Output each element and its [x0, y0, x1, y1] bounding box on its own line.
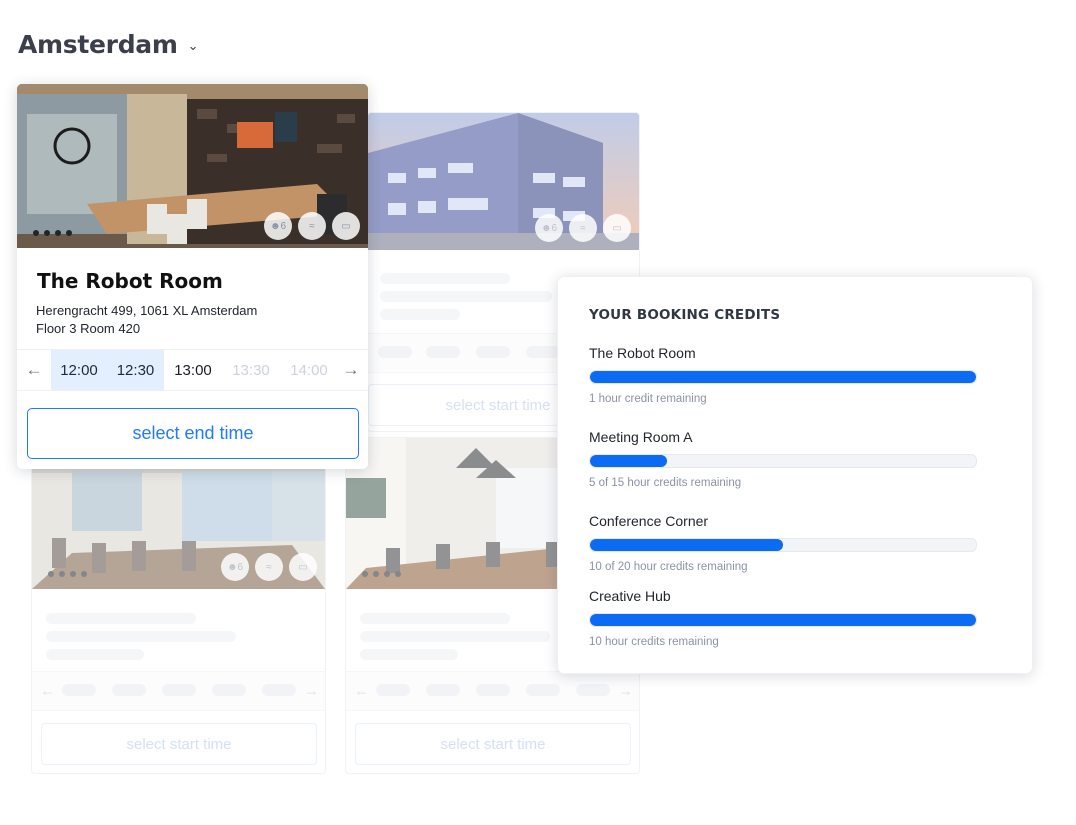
placeholder-line [360, 631, 550, 642]
room-photo: ☻ 6 ≈ ▭ [32, 453, 325, 589]
arrow-left-icon[interactable]: ← [40, 683, 55, 700]
photo-pager[interactable] [362, 571, 401, 577]
placeholder-line [380, 309, 460, 320]
credit-remaining: 5 of 15 hour credits remaining [589, 477, 742, 489]
wifi-icon: ≈ [569, 214, 597, 242]
amenities: ☻ 6 ≈ ▭ [221, 553, 317, 581]
time-slot[interactable]: 12:00 [51, 350, 107, 390]
room-address: Herengracht 499, 1061 XL Amsterdam Floor… [36, 302, 257, 338]
placeholder-line [360, 613, 510, 624]
capacity-icon: ☻ 6 [221, 553, 249, 581]
time-slot[interactable]: 13:00 [164, 350, 222, 390]
time-slot-picker: ← 12:00 12:30 13:00 13:30 14:00 → [17, 349, 368, 391]
panel-heading: YOUR BOOKING CREDITS [589, 307, 781, 323]
credit-item: Conference Corner 10 of 20 hour credits … [589, 513, 977, 573]
wifi-icon: ≈ [255, 553, 283, 581]
credit-room-name: The Robot Room [589, 345, 696, 361]
address-line: Herengracht 499, 1061 XL Amsterdam [36, 303, 258, 318]
credit-item: Creative Hub 10 hour credits remaining [589, 588, 977, 648]
screen-icon: ▭ [332, 212, 360, 240]
credit-progress-bar [589, 538, 977, 552]
booking-credits-panel: YOUR BOOKING CREDITS The Robot Room 1 ho… [557, 276, 1033, 674]
arrow-right-icon[interactable]: → [618, 683, 633, 700]
credit-progress-bar [589, 454, 977, 468]
placeholder-line [46, 649, 144, 660]
capacity-icon: ☻ 6 [264, 212, 292, 240]
select-start-time-button[interactable]: select start time [41, 723, 317, 765]
placeholder-line [46, 631, 236, 642]
featured-room-card: ☻ 6 ≈ ▭ The Robot Room Herengracht 499, 1… [17, 84, 368, 469]
time-slot: 13:30 [232, 361, 270, 379]
credit-remaining: 10 of 20 hour credits remaining [589, 561, 748, 573]
photo-pager[interactable] [33, 230, 72, 236]
placeholder-line [360, 649, 458, 660]
city-name: Amsterdam [18, 30, 178, 59]
placeholder-line [46, 613, 196, 624]
arrow-right-icon[interactable]: → [304, 683, 319, 700]
credit-item: The Robot Room 1 hour credit remaining [589, 345, 977, 405]
arrow-left-icon[interactable]: ← [17, 350, 51, 390]
city-selector[interactable]: Amsterdam ⌄ [18, 30, 199, 59]
amenities: ☻ 6 ≈ ▭ [264, 212, 360, 240]
room-title: The Robot Room [37, 269, 223, 293]
time-slot[interactable]: 12:30 [107, 350, 164, 390]
credit-room-name: Meeting Room A [589, 429, 693, 445]
room-card[interactable]: ☻ 6 ≈ ▭ ← → select start time [31, 452, 326, 774]
credit-remaining: 1 hour credit remaining [589, 393, 707, 405]
select-start-time-button[interactable]: select start time [355, 723, 631, 765]
screen-icon: ▭ [289, 553, 317, 581]
time-slots-placeholder: ← → [346, 671, 639, 711]
credit-item: Meeting Room A 5 of 15 hour credits rema… [589, 429, 977, 489]
select-end-time-button[interactable]: select end time [27, 408, 359, 459]
time-slot: 14:00 [290, 361, 328, 379]
credit-progress-bar [589, 370, 977, 384]
room-photo: ☻ 6 ≈ ▭ [17, 84, 368, 248]
capacity-icon: ☻ 6 [535, 214, 563, 242]
amenities: ☻ 6 ≈ ▭ [535, 214, 631, 242]
placeholder-line [380, 291, 552, 302]
chevron-down-icon: ⌄ [187, 39, 199, 54]
placeholder-line [380, 273, 510, 284]
screen-icon: ▭ [603, 214, 631, 242]
credit-progress-bar [589, 613, 977, 627]
arrow-left-icon[interactable]: ← [354, 683, 369, 700]
arrow-right-icon[interactable]: → [334, 350, 368, 390]
time-slots-placeholder: ← → [32, 671, 325, 711]
room-photo: ☻ 6 ≈ ▭ [368, 113, 639, 250]
photo-pager[interactable] [48, 571, 87, 577]
credit-room-name: Creative Hub [589, 588, 671, 604]
credit-room-name: Conference Corner [589, 513, 709, 529]
wifi-icon: ≈ [298, 212, 326, 240]
credit-remaining: 10 hour credits remaining [589, 636, 719, 648]
floor-line: Floor 3 Room 420 [36, 321, 141, 336]
